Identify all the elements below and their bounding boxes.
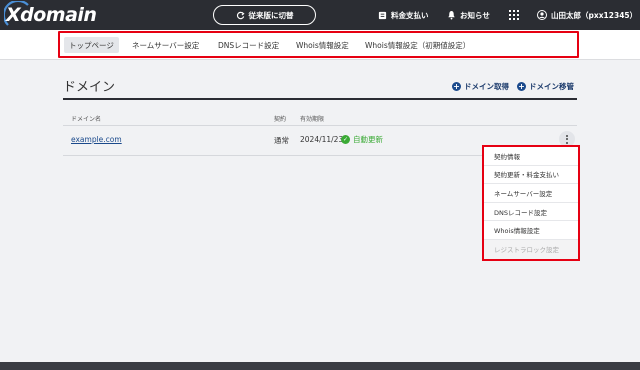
- more-vertical-icon: [566, 134, 568, 137]
- contract-type: 通常: [274, 136, 289, 145]
- logo-text: Xdomain: [6, 4, 97, 26]
- receipt-icon: [378, 11, 387, 20]
- notice-label: お知らせ: [460, 10, 490, 20]
- menu-item-registrar-lock: レジストラロック設定: [484, 239, 578, 259]
- menu-item-whois[interactable]: Whois情報設定: [484, 221, 578, 240]
- auto-renew-status: ✓ 自動更新: [341, 134, 383, 145]
- footer-bar: [0, 362, 640, 370]
- table-divider: [63, 125, 577, 126]
- acquire-domain-label: ドメイン取得: [464, 82, 509, 91]
- transfer-domain-link[interactable]: + ドメイン移管: [517, 81, 574, 92]
- user-icon: [537, 10, 547, 20]
- grid-icon: [509, 10, 519, 20]
- page-title: ドメイン: [63, 80, 116, 95]
- title-divider: [63, 98, 577, 100]
- column-header-domain: ドメイン名: [71, 116, 102, 123]
- notice-link[interactable]: お知らせ: [447, 0, 490, 30]
- switch-version-button[interactable]: 従来版に切替: [213, 5, 316, 25]
- menu-item-dns-record[interactable]: DNSレコード設定: [484, 203, 578, 222]
- switch-version-label: 従来版に切替: [248, 10, 294, 20]
- row-action-menu: 契約情報 契約更新・料金支払い ネームサーバー設定 DNSレコード設定 Whoi…: [482, 145, 580, 261]
- column-header-contract: 契約: [274, 116, 287, 123]
- check-circle-icon: ✓: [341, 135, 350, 144]
- plus-circle-icon: +: [517, 82, 526, 91]
- menu-item-renew-payment[interactable]: 契約更新・料金支払い: [484, 166, 578, 185]
- acquire-domain-link[interactable]: + ドメイン取得: [452, 81, 509, 92]
- subnav-highlight-frame: [58, 31, 579, 58]
- column-header-expiry: 有効期限: [300, 116, 325, 123]
- table-row: example.com: [71, 135, 122, 144]
- payment-label: 料金支払い: [391, 10, 429, 20]
- auto-renew-label: 自動更新: [353, 135, 383, 144]
- menu-item-contract-info[interactable]: 契約情報: [484, 147, 578, 166]
- apps-menu-button[interactable]: [509, 0, 519, 30]
- bell-icon: [447, 10, 456, 20]
- domain-link[interactable]: example.com: [71, 135, 122, 144]
- logo[interactable]: Xdomain: [4, 1, 97, 27]
- refresh-icon: [236, 11, 245, 20]
- transfer-domain-label: ドメイン移管: [529, 82, 574, 91]
- menu-item-nameserver[interactable]: ネームサーバー設定: [484, 184, 578, 203]
- payment-link[interactable]: 料金支払い: [378, 0, 429, 30]
- expiry-date: 2024/11/23: [300, 135, 344, 144]
- plus-circle-icon: +: [452, 82, 461, 91]
- user-menu[interactable]: 山田太郎（pxx12345）: [537, 0, 637, 30]
- user-label: 山田太郎（pxx12345）: [551, 10, 638, 20]
